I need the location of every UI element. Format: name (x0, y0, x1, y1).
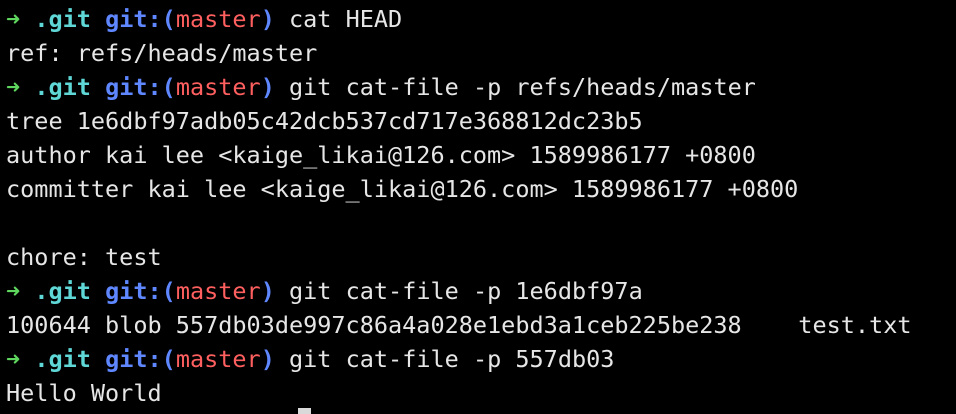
output-line: 100644 blob 557db03de997c86a4a028e1ebd3a… (6, 308, 952, 342)
output-text: chore: test (6, 243, 162, 271)
prompt-git-label: git:( (105, 345, 176, 373)
prompt-line: ➜ .git git:(master) cat HEAD (6, 2, 952, 36)
prompt-git-label: git:( (105, 277, 176, 305)
output-text: ref: refs/heads/master (6, 39, 318, 67)
output-line: ref: refs/heads/master (6, 36, 952, 70)
prompt-close-paren: ) (260, 5, 275, 33)
prompt-directory: .git (34, 5, 91, 33)
prompt-git-label: git:( (105, 5, 176, 33)
prompt-close-paren: ) (260, 345, 275, 373)
output-text: tree 1e6dbf97adb05c42dcb537cd717e368812d… (6, 107, 643, 135)
prompt-directory: .git (34, 345, 91, 373)
prompt-line: ➜ .git git:(master) git cat-file -p 1e6d… (6, 274, 952, 308)
prompt-arrow-icon: ➜ (6, 5, 21, 33)
prompt-git-label: git:( (105, 73, 176, 101)
prompt-directory: .git (34, 277, 91, 305)
output-line: committer kai lee <kaige_likai@126.com> … (6, 172, 952, 206)
text-cursor (298, 408, 311, 414)
prompt-arrow-icon: ➜ (6, 73, 21, 101)
prompt-branch: master (175, 5, 261, 33)
command-text: cat HEAD (289, 5, 403, 33)
prompt-arrow-icon: ➜ (6, 277, 21, 305)
output-line: Hello World (6, 376, 952, 410)
output-line: chore: test (6, 240, 952, 274)
terminal-window[interactable]: ➜ .git git:(master) cat HEAD ref: refs/he… (6, 2, 952, 412)
prompt-close-paren: ) (260, 73, 275, 101)
command-text: git cat-file -p 557db03 (289, 345, 615, 373)
prompt-branch: master (175, 73, 261, 101)
prompt-line: ➜ .git git:(master) git cat-file -p 557d… (6, 342, 952, 376)
output-text: 100644 blob 557db03de997c86a4a028e1ebd3a… (6, 311, 912, 339)
output-line: author kai lee <kaige_likai@126.com> 158… (6, 138, 952, 172)
output-line: tree 1e6dbf97adb05c42dcb537cd717e368812d… (6, 104, 952, 138)
command-text: git cat-file -p 1e6dbf97a (289, 277, 643, 305)
command-text: git cat-file -p refs/heads/master (289, 73, 756, 101)
terminal-output: ➜ .git git:(master) cat HEAD ref: refs/he… (6, 2, 952, 410)
prompt-arrow-icon: ➜ (6, 345, 21, 373)
prompt-branch: master (175, 345, 261, 373)
output-text: author kai lee <kaige_likai@126.com> 158… (6, 141, 756, 169)
prompt-line: ➜ .git git:(master) git cat-file -p refs… (6, 70, 952, 104)
output-text: committer kai lee <kaige_likai@126.com> … (6, 175, 799, 203)
output-text: Hello World (6, 379, 162, 407)
prompt-directory: .git (34, 73, 91, 101)
prompt-branch: master (175, 277, 261, 305)
prompt-close-paren: ) (260, 277, 275, 305)
